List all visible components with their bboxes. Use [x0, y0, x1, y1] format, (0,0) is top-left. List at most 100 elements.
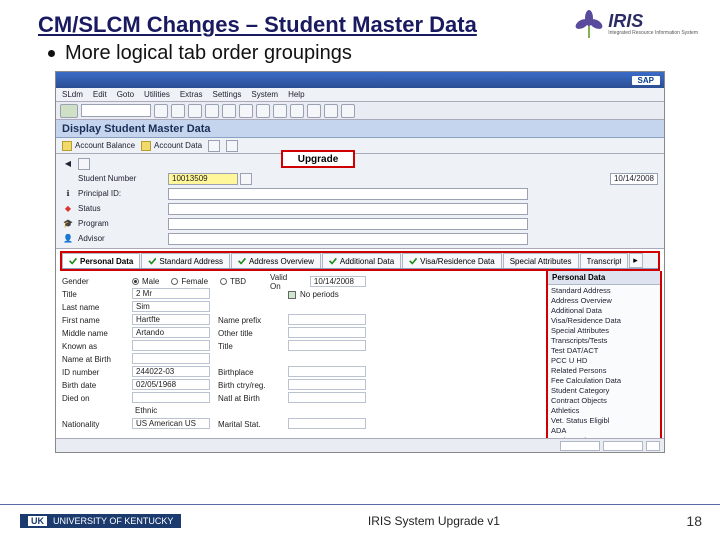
list-item[interactable]: Additional Data [551, 306, 657, 316]
list-item[interactable]: Vet. Status Eligibl [551, 416, 657, 426]
advisor-field [168, 233, 528, 245]
list-item[interactable]: Address Overview [551, 296, 657, 306]
tab-scroll-right[interactable]: ▸ [629, 253, 643, 268]
menu-item[interactable]: Utilities [144, 90, 170, 99]
field-value[interactable]: Hartfte [132, 314, 210, 325]
search-help-button[interactable] [240, 173, 252, 185]
field-value[interactable] [288, 418, 366, 429]
list-item[interactable]: ADA [551, 426, 657, 436]
list-item[interactable]: Student Category [551, 386, 657, 396]
menu-item[interactable]: Goto [117, 90, 134, 99]
menu-item[interactable]: Edit [93, 90, 107, 99]
field-value[interactable]: US American US [132, 418, 210, 429]
toolbar-button[interactable] [341, 104, 355, 118]
gender-female-radio[interactable]: Female [171, 277, 208, 286]
menu-item[interactable]: Settings [213, 90, 242, 99]
tab-transcript[interactable]: Transcript [580, 253, 628, 268]
menu-item[interactable]: Extras [180, 90, 203, 99]
field-label: Died on [62, 392, 124, 405]
toolbar-button[interactable] [154, 104, 168, 118]
collapse-icon[interactable]: ◀ [62, 159, 74, 168]
field-value[interactable]: 02/05/1968 [132, 379, 210, 390]
list-item[interactable]: Standard Address [551, 286, 657, 296]
field-value[interactable] [288, 327, 366, 338]
field-value[interactable] [132, 353, 210, 364]
standard-toolbar [56, 102, 664, 120]
field-label: Birth ctry/reg. [218, 379, 280, 392]
personal-data-form: Gender Male Female TBD Valid On 10/14/20… [56, 271, 546, 451]
list-item[interactable]: Fee Calculation Data [551, 376, 657, 386]
uk-logo: UK UNIVERSITY OF KENTUCKY [20, 514, 181, 528]
list-item[interactable]: Special Attributes [551, 326, 657, 336]
toolbar-button[interactable] [307, 104, 321, 118]
list-item[interactable]: Athletics [551, 406, 657, 416]
tab-address-overview[interactable]: Address Overview [231, 253, 321, 268]
toolbar-icon-button[interactable] [226, 140, 238, 152]
tab-personal-data[interactable]: Personal Data [62, 253, 140, 268]
field-value[interactable]: Artando [132, 327, 210, 338]
field-value[interactable] [288, 340, 366, 351]
toolbar-button[interactable] [239, 104, 253, 118]
side-panel-highlight: Personal Data Standard Address Address O… [546, 271, 662, 451]
toolbar-button[interactable] [273, 104, 287, 118]
field-value[interactable]: Sim [132, 301, 210, 312]
field-label: First name [62, 314, 124, 327]
gender-label: Gender [62, 275, 124, 288]
toolbar-button[interactable] [188, 104, 202, 118]
menu-item[interactable]: SLdm [62, 90, 83, 99]
gender-male-radio[interactable]: Male [132, 277, 159, 286]
toolbar-button[interactable] [205, 104, 219, 118]
check-icon [409, 257, 417, 265]
ethnic-field[interactable]: Ethnic [132, 405, 210, 416]
tab-visa-residence[interactable]: Visa/Residence Data [402, 253, 502, 268]
field-value[interactable] [288, 314, 366, 325]
toolbar-button[interactable] [256, 104, 270, 118]
tab-special-attributes[interactable]: Special Attributes [503, 253, 579, 268]
student-number-field[interactable]: 10013509 [168, 173, 238, 185]
field-value[interactable] [288, 366, 366, 377]
list-item[interactable]: PCC U HD [551, 356, 657, 366]
list-item[interactable]: Related Persons [551, 366, 657, 376]
menu-item[interactable]: System [251, 90, 278, 99]
field-value[interactable]: 2 Mr [132, 288, 210, 299]
list-item[interactable]: Visa/Residence Data [551, 316, 657, 326]
iris-logo-text: IRIS [608, 11, 643, 31]
account-data-button[interactable]: Account Data [141, 141, 202, 151]
menu-item[interactable]: Help [288, 90, 304, 99]
valid-on-field[interactable]: 10/14/2008 [310, 276, 366, 287]
field-value[interactable] [132, 340, 210, 351]
toolbar-button[interactable] [324, 104, 338, 118]
toolbar-button[interactable] [171, 104, 185, 118]
account-balance-button[interactable]: Account Balance [62, 141, 135, 151]
toolbar-icon-button[interactable] [208, 140, 220, 152]
program-label: Program [78, 219, 168, 228]
key-date-field[interactable]: 10/14/2008 [610, 173, 658, 185]
info-icon: ℹ [62, 189, 74, 198]
toolbar-button[interactable] [60, 104, 78, 118]
status-field [168, 203, 528, 215]
tab-standard-address[interactable]: Standard Address [141, 253, 230, 268]
toolbar-button[interactable] [222, 104, 236, 118]
no-periods-checkbox[interactable] [288, 291, 296, 299]
list-item[interactable]: Test DAT/ACT [551, 346, 657, 356]
field-value[interactable] [288, 392, 366, 403]
field-label: Nationality [62, 418, 124, 431]
gender-tbd-radio[interactable]: TBD [220, 277, 246, 286]
status-bar [56, 438, 664, 452]
list-item[interactable]: Transcripts/Tests [551, 336, 657, 346]
side-panel-list[interactable]: Standard Address Address Overview Additi… [548, 285, 660, 449]
tab-content-area: Gender Male Female TBD Valid On 10/14/20… [56, 271, 664, 451]
toolbar-button[interactable] [290, 104, 304, 118]
document-icon [62, 141, 72, 151]
command-field[interactable] [81, 104, 151, 117]
tab-additional-data[interactable]: Additional Data [322, 253, 401, 268]
field-value[interactable]: 244022-03 [132, 366, 210, 377]
field-value[interactable] [288, 379, 366, 390]
list-item[interactable]: Contract Objects [551, 396, 657, 406]
principal-id-label: Principal ID: [78, 189, 168, 198]
ethnic-label [62, 405, 124, 418]
menu-bar[interactable]: SLdm Edit Goto Utilities Extras Settings… [56, 88, 664, 102]
field-label: Natl at Birth [218, 392, 280, 405]
field-value[interactable] [132, 392, 210, 403]
icon-button[interactable] [78, 158, 90, 170]
